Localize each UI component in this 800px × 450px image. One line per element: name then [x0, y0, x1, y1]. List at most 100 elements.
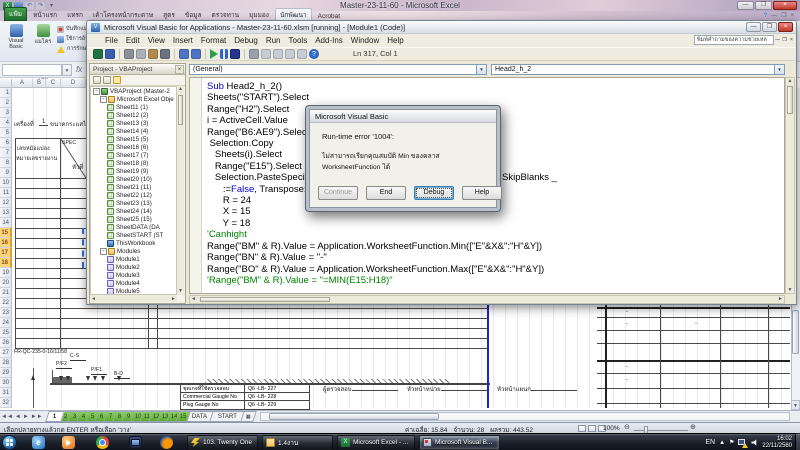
code-scroll-right-icon[interactable]: ► [778, 296, 783, 302]
end-button[interactable]: End [366, 186, 406, 200]
code-line-15[interactable]: Range("BM" & R).Value = Application.Work… [207, 241, 782, 252]
project-tree-hscrollbar[interactable]: ◄ ► [90, 294, 177, 302]
row-header-8[interactable]: 8 [0, 158, 12, 168]
column-header-D[interactable]: D [61, 79, 86, 87]
code-hscrollbar[interactable]: ◄ ► [189, 295, 785, 304]
name-box-dropdown-icon[interactable]: ▼ [62, 64, 72, 76]
close-button[interactable]: × [773, 1, 797, 10]
prev-sheet-icon[interactable]: ◄ [15, 414, 21, 420]
code-vscrollbar[interactable]: ▲ ▼ [785, 77, 795, 294]
tree-item-sheet111[interactable]: Sheet11 (1) [91, 103, 176, 111]
view-code-icon[interactable] [93, 76, 101, 84]
chrome-icon[interactable] [96, 436, 109, 449]
row-header-28[interactable]: 28 [0, 358, 12, 368]
normal-view-icon[interactable] [578, 425, 586, 432]
taskbar-button-vb[interactable]: Microsoft Visual B... [419, 435, 500, 450]
toggle-folders-icon[interactable] [113, 76, 121, 84]
maximize-button[interactable]: ❐ [755, 1, 772, 10]
zoom-out-icon[interactable]: ⊖ [624, 423, 630, 433]
show-desktop-button[interactable] [795, 433, 800, 450]
vba-menu-help[interactable]: Help [383, 36, 407, 45]
tree-item-module2[interactable]: Module2 [91, 263, 176, 271]
row-header-30[interactable]: 30 [0, 378, 12, 388]
firefox-icon[interactable] [160, 436, 173, 449]
workbook-close-icon[interactable]: × [790, 13, 794, 19]
minimize-button[interactable]: — [737, 1, 754, 10]
code-line-1[interactable]: Sub Head2_h_2() [207, 81, 782, 92]
first-sheet-icon[interactable]: ◄◄ [1, 414, 13, 420]
tree-item-modules[interactable]: −Modules [91, 247, 176, 255]
project-tree-vscrollbar[interactable]: ▲ ▼ [176, 86, 184, 295]
tree-expander-icon[interactable]: − [93, 88, 100, 95]
vba-menu-file[interactable]: File [101, 36, 122, 45]
start-button[interactable] [2, 435, 17, 450]
tree-scroll-thumb[interactable] [178, 95, 183, 125]
row-header-10[interactable]: 10 [0, 178, 12, 188]
row-header-26[interactable]: 26 [0, 338, 12, 348]
properties-window-icon[interactable] [273, 49, 283, 59]
row-header-29[interactable]: 29 [0, 368, 12, 378]
tree-item-sheetstartst[interactable]: SheetSTART (ST [91, 231, 176, 239]
workbook-minimize-icon[interactable]: — [771, 13, 777, 19]
row-header-6[interactable]: 6 [0, 138, 12, 148]
stop-icon[interactable] [230, 49, 240, 59]
vba-menu-window[interactable]: Window [347, 36, 383, 45]
column-header-C[interactable]: C [46, 79, 61, 87]
code-scroll-up-icon[interactable]: ▲ [786, 78, 794, 84]
row-header-23[interactable]: 23 [0, 308, 12, 318]
taskbar-button-folder[interactable]: 1.4งาน [262, 435, 333, 450]
zoom-level[interactable]: 100% [603, 425, 620, 432]
record-macro-button[interactable]: บันทึกแมโคร [57, 24, 86, 34]
row-header-31[interactable]: 31 [0, 388, 12, 398]
tree-item-sheet122[interactable]: Sheet12 (2) [91, 111, 176, 119]
undo-icon[interactable] [179, 49, 189, 59]
code-vscroll-thumb[interactable] [787, 86, 793, 114]
tree-item-thisworkbook[interactable]: ThisWorkbook [91, 239, 176, 247]
sheet-vscroll-down-icon[interactable]: ▼ [791, 400, 800, 410]
tree-item-sheet2010[interactable]: Sheet20 (10) [91, 175, 176, 183]
tree-item-sheet177[interactable]: Sheet17 (7) [91, 151, 176, 159]
tree-item-microsoftexcelobje[interactable]: −Microsoft Excel Obje [91, 95, 176, 103]
row-header-14[interactable]: 14 [0, 218, 12, 228]
network-icon[interactable] [738, 439, 747, 447]
code-line-18[interactable]: 'Range("BM" & R).Value = "=MIN(E15:H18)" [207, 275, 782, 286]
tree-item-sheet188[interactable]: Sheet18 (8) [91, 159, 176, 167]
code-line-13[interactable]: Y = 18 [207, 218, 782, 229]
project-panel-close-icon[interactable]: × [175, 65, 184, 74]
row-header-4[interactable]: 4 [0, 118, 12, 128]
tree-expander-icon[interactable]: − [100, 248, 107, 255]
vba-menu-debug[interactable]: Debug [230, 36, 262, 45]
internet-explorer-icon[interactable]: e [32, 436, 45, 449]
tray-expand-icon[interactable]: ▲ [719, 440, 725, 446]
tree-item-module3[interactable]: Module3 [91, 271, 176, 279]
row-header-12[interactable]: 12 [0, 198, 12, 208]
dropdown-arrow-icon[interactable]: ▼ [476, 65, 486, 74]
row-header-1[interactable]: 1 [0, 88, 12, 98]
row-header-17[interactable]: 17 [0, 248, 12, 258]
row-header-13[interactable]: 13 [0, 208, 12, 218]
workbook-restore-icon[interactable]: ❐ [781, 12, 786, 19]
dropdown-arrow-icon[interactable]: ▼ [774, 65, 784, 74]
column-header-B[interactable]: B [33, 79, 46, 87]
toolbox-icon[interactable] [297, 49, 307, 59]
tree-scroll-down-icon[interactable]: ▼ [177, 288, 184, 295]
language-indicator[interactable]: EN [705, 439, 715, 446]
row-header-11[interactable]: 11 [0, 188, 12, 198]
copy-icon[interactable] [136, 49, 146, 59]
vba-menu-addins[interactable]: Add-Ins [311, 36, 347, 45]
my-computer-icon[interactable] [129, 436, 142, 449]
help-icon[interactable]: ? [309, 49, 319, 59]
sheet-horizontal-scrollbar[interactable] [260, 412, 790, 421]
project-explorer-icon[interactable] [261, 49, 271, 59]
taskbar-button-excel[interactable]: XMicrosoft Excel - ... [337, 435, 415, 450]
next-sheet-icon[interactable]: ► [23, 414, 29, 420]
object-browser-icon[interactable] [285, 49, 295, 59]
taskbar-button-winamp[interactable]: 103. Twenty One ... [187, 435, 258, 450]
insert-sheet-tab[interactable]: ▦ [240, 411, 257, 422]
module-close-icon[interactable]: × [788, 36, 795, 44]
tree-item-vbaprojectmaster2[interactable]: −VBAProject (Master-2 [91, 87, 176, 95]
row-header-32[interactable]: 32 [0, 398, 12, 408]
ribbon-tab-1[interactable]: หน้าแรก [29, 9, 61, 21]
tree-item-sheet2313[interactable]: Sheet23 (13) [91, 199, 176, 207]
view-excel-icon[interactable] [93, 49, 103, 59]
